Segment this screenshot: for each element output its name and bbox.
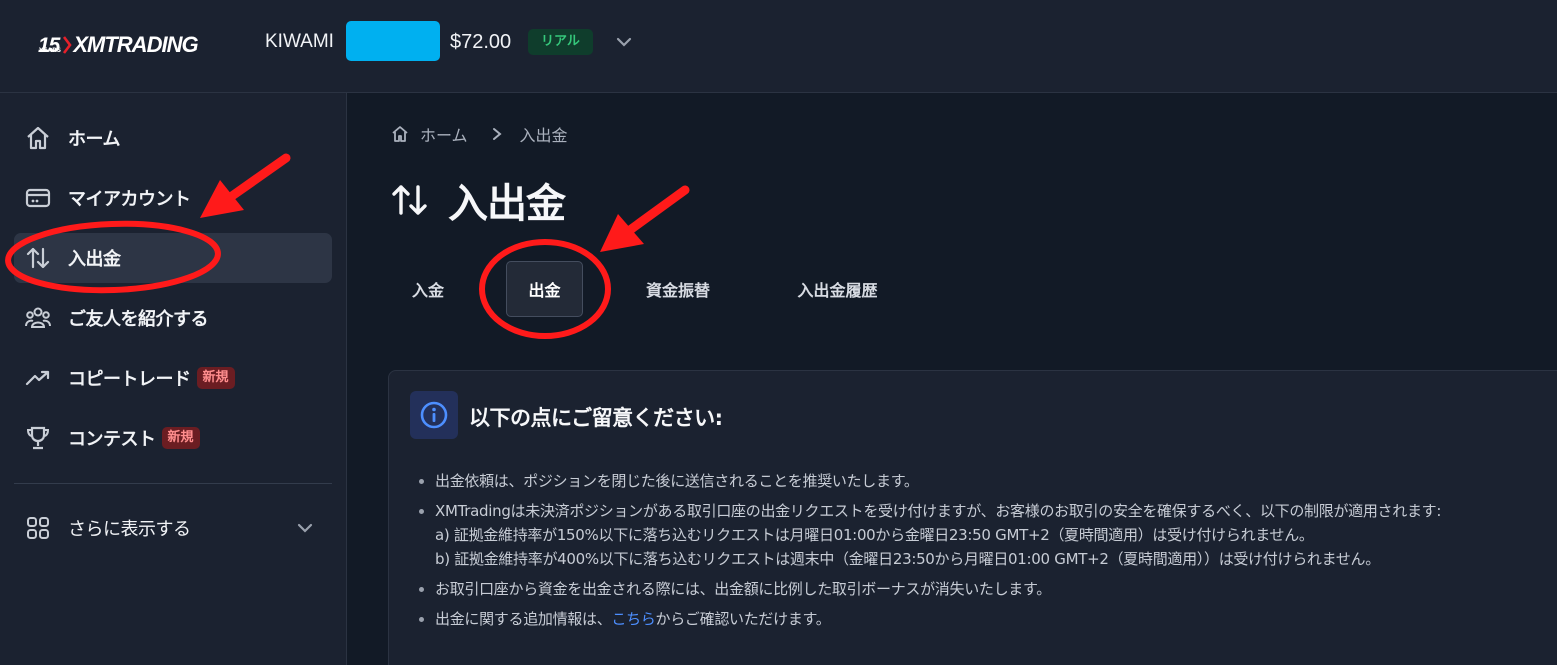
- notice-item: 出金依頼は、ポジションを閉じた後に送信されることを推奨いたします。: [415, 469, 1535, 493]
- notice-item: 出金に関する追加情報は、こちらからご確認いただけます。: [415, 607, 1535, 631]
- home-icon: [24, 124, 52, 152]
- sidebar-item-copy-trade[interactable]: コピートレード 新規: [14, 353, 332, 403]
- notice-item-prefix: 出金に関する追加情報は、: [435, 610, 612, 628]
- sidebar-item-contest[interactable]: コンテスト 新規: [14, 413, 332, 463]
- tab-withdraw[interactable]: 出金: [506, 261, 583, 317]
- notice-panel: 以下の点にご留意ください: 出金依頼は、ポジションを閉じた後に送信されることを推…: [388, 370, 1557, 665]
- grid-icon: [24, 514, 52, 542]
- sidebar-item-label: さらに表示する: [68, 519, 191, 540]
- new-badge: 新規: [161, 427, 200, 449]
- xmtrading-logo[interactable]: 15 YEARS XMTRADING: [38, 28, 199, 57]
- account-number-redaction: [346, 21, 440, 61]
- new-badge: 新規: [196, 367, 235, 389]
- sidebar-item-refer-friend[interactable]: ご友人を紹介する: [14, 293, 332, 343]
- page-header: 入出金: [388, 173, 566, 227]
- account-name: KIWAMI: [265, 31, 334, 52]
- notice-item-text: 出金依頼は、ポジションを閉じた後に送信されることを推奨いたします。: [435, 472, 919, 490]
- sidebar-item-home[interactable]: ホーム: [14, 113, 332, 163]
- transfer-arrows-icon: [392, 185, 427, 215]
- logo-brand: XMTRADING: [73, 32, 198, 57]
- sidebar-item-label: ご友人を紹介する: [68, 309, 209, 330]
- notice-item: XMTradingは未決済ポジションがある取引口座の出金リクエストを受け付けます…: [415, 499, 1535, 571]
- account-balance: $72.00: [450, 31, 512, 53]
- transfer-arrows-icon: [24, 244, 52, 272]
- tab-deposit[interactable]: 入金: [388, 261, 468, 317]
- chevron-down-icon[interactable]: [613, 31, 635, 53]
- account-type-badge: リアル: [528, 29, 593, 55]
- sidebar-item-my-account[interactable]: マイアカウント: [14, 173, 332, 223]
- tab-fund-transfer[interactable]: 資金振替: [628, 261, 728, 317]
- breadcrumb-home[interactable]: ホーム: [420, 122, 468, 146]
- top-bar: 15 YEARS XMTRADING KIWAMI $72.00 リアル: [0, 0, 1557, 93]
- logo-mark-icon: [63, 36, 72, 54]
- notice-list: 出金依頼は、ポジションを閉じた後に送信されることを推奨いたします。 XMTrad…: [415, 469, 1535, 637]
- notice-item-text: XMTradingは未決済ポジションがある取引口座の出金リクエストを受け付けます…: [435, 502, 1442, 520]
- trophy-icon: [24, 424, 52, 452]
- sidebar-divider: [14, 483, 332, 484]
- card-icon: [24, 184, 52, 212]
- breadcrumb: ホーム 入出金: [390, 123, 568, 145]
- notice-item: お取引口座から資金を出金される際には、出金額に比例した取引ボーナスが消失いたしま…: [415, 577, 1535, 601]
- main-content: ホーム 入出金 入出金 入金 出金 資金振替 入出金履歴 以下の点にご留意くださ…: [348, 93, 1557, 665]
- trend-up-icon: [24, 364, 52, 392]
- info-link[interactable]: こちら: [611, 610, 655, 628]
- chevron-right-icon: [492, 128, 502, 140]
- notice-title: 以下の点にご留意ください:: [469, 406, 723, 430]
- logo-years-sub: YEARS: [39, 47, 62, 54]
- sidebar-item-label: コピートレード: [68, 369, 191, 390]
- people-icon: [24, 304, 52, 332]
- sidebar-item-label: コンテスト: [68, 429, 156, 450]
- sidebar-item-label: ホーム: [68, 129, 120, 150]
- page-title: 入出金: [448, 181, 566, 227]
- notice-item-suffix: からご確認いただけます。: [655, 610, 831, 628]
- breadcrumb-current: 入出金: [519, 126, 568, 145]
- chevron-down-icon: [297, 523, 313, 533]
- sidebar-item-show-more[interactable]: さらに表示する: [14, 503, 332, 553]
- notice-sub-item: b) 証拠金維持率が400%以下に落ち込むリクエストは週末中（金曜日23:50か…: [435, 550, 1380, 568]
- notice-item-text: お取引口座から資金を出金される際には、出金額に比例した取引ボーナスが消失いたしま…: [435, 580, 1051, 598]
- sidebar: ホーム マイアカウント 入出金 ご友人を紹介する コピートレード 新規 コンテス…: [0, 93, 347, 665]
- notice-sub-item: a) 証拠金維持率が150%以下に落ち込むリクエストは月曜日01:00から金曜日…: [435, 526, 1314, 544]
- sidebar-item-label: マイアカウント: [68, 189, 191, 210]
- info-icon: [410, 391, 458, 439]
- tab-history[interactable]: 入出金履歴: [780, 261, 895, 317]
- home-icon[interactable]: [390, 124, 410, 144]
- sidebar-item-label: 入出金: [68, 249, 121, 270]
- sidebar-item-deposit-withdraw[interactable]: 入出金: [14, 233, 332, 283]
